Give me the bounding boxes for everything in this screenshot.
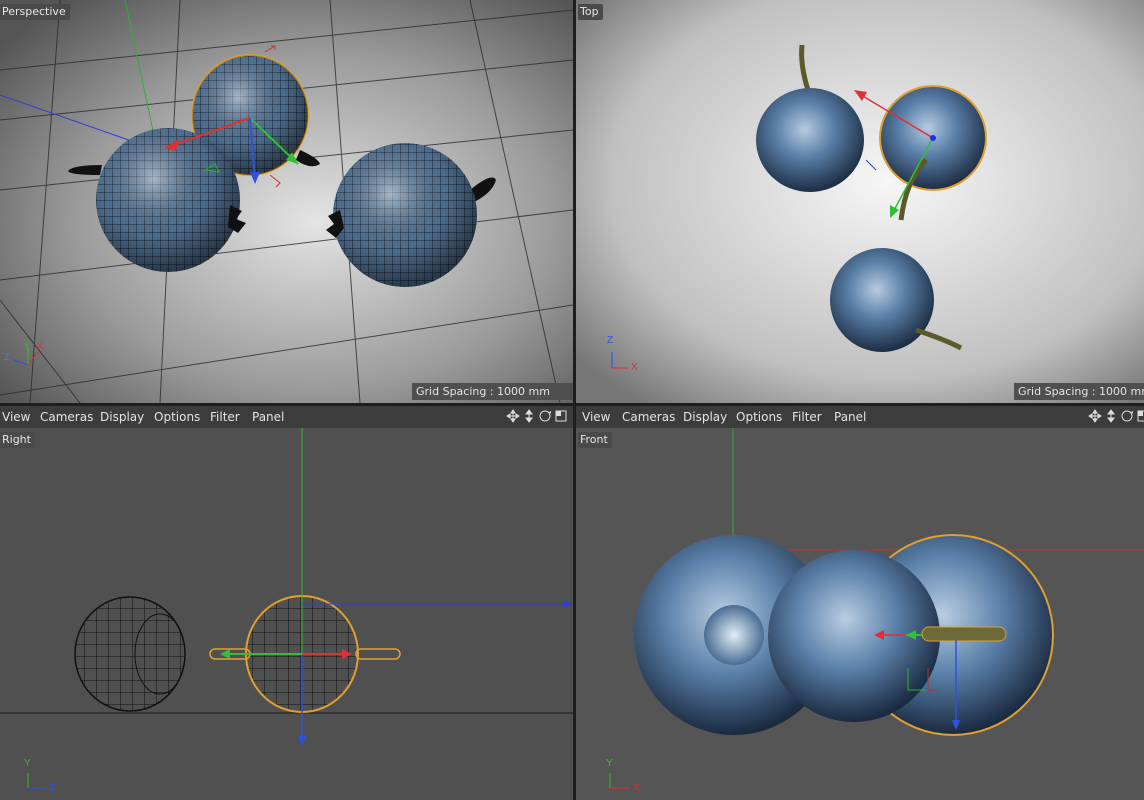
menu-display[interactable]: Display [100, 410, 144, 424]
viewport-perspective[interactable]: Perspective Y Z X Grid Spacing : 1000 mm [0, 0, 573, 403]
menu-view[interactable]: View [582, 410, 610, 424]
axis-label-x-perspective: X [37, 341, 44, 351]
grid-spacing-top: Grid Spacing : 1000 mm [1014, 383, 1144, 400]
menu-panel[interactable]: Panel [834, 410, 866, 424]
maximize-icon[interactable] [554, 408, 568, 424]
maximize-icon[interactable] [1136, 408, 1144, 424]
viewport-label-perspective[interactable]: Perspective [0, 4, 70, 20]
axis-label-y-right: Y [24, 758, 31, 769]
menu-cameras[interactable]: Cameras [622, 410, 675, 424]
menu-filter[interactable]: Filter [792, 410, 822, 424]
axis-label-z-top: Z [607, 335, 614, 346]
axis-label-z-perspective: Z [4, 352, 10, 362]
axis-label-x-front: X [633, 783, 640, 794]
rotate-icon[interactable] [538, 408, 552, 424]
grid-spacing-perspective: Grid Spacing : 1000 mm [412, 383, 573, 400]
rotate-icon[interactable] [1120, 408, 1134, 424]
viewport-label-top[interactable]: Top [578, 4, 603, 20]
menu-options[interactable]: Options [154, 410, 200, 424]
move-icon[interactable] [506, 408, 520, 424]
menu-filter[interactable]: Filter [210, 410, 240, 424]
axis-label-y-perspective: Y [24, 341, 31, 351]
viewport-label-right[interactable]: Right [0, 432, 35, 448]
viewport-label-front[interactable]: Front [578, 432, 612, 448]
viewport-divider-horizontal[interactable] [0, 403, 1144, 405]
front-scene [609, 428, 1144, 789]
top-scene [576, 0, 1144, 403]
viewport-divider-vertical[interactable] [573, 0, 576, 800]
viewport-top[interactable]: Top Z X Grid Spacing : 1000 mm [576, 0, 1144, 403]
vertical-move-icon[interactable] [522, 408, 536, 424]
axis-label-x-top: X [631, 362, 638, 373]
viewport-front[interactable]: Front Y X [576, 428, 1144, 800]
axis-label-z-right: Z [49, 783, 56, 794]
viewport-right[interactable]: Right Y Z [0, 428, 573, 800]
menubar-front-viewport: View Cameras Display Options Filter Pane… [576, 405, 1144, 428]
menu-view[interactable]: View [2, 410, 30, 424]
menu-panel[interactable]: Panel [252, 410, 284, 424]
menu-cameras[interactable]: Cameras [40, 410, 93, 424]
vertical-move-icon[interactable] [1104, 408, 1118, 424]
menubar-right-viewport: View Cameras Display Options Filter Pane… [0, 405, 573, 428]
menu-display[interactable]: Display [683, 410, 727, 424]
move-icon[interactable] [1088, 408, 1102, 424]
perspective-scene [0, 0, 573, 403]
right-scene [0, 428, 573, 789]
axis-label-y-front: Y [606, 758, 613, 769]
menu-options[interactable]: Options [736, 410, 782, 424]
